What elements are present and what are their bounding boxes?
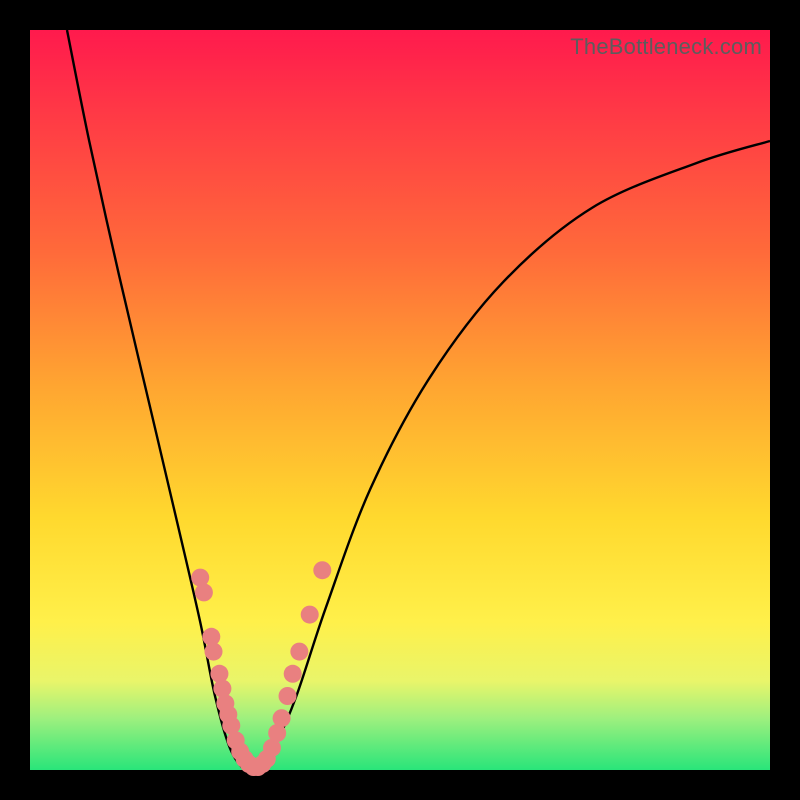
bottleneck-curve-path [67,30,770,772]
scatter-dot [284,665,302,683]
scatter-dot [279,687,297,705]
scatter-dot [210,665,228,683]
outer-frame: TheBottleneck.com [0,0,800,800]
scatter-dot [205,643,223,661]
scatter-dot [273,709,291,727]
curve-svg [30,30,770,770]
scatter-dot [195,583,213,601]
scatter-dot [213,680,231,698]
scatter-dot [301,606,319,624]
scatter-dot [290,643,308,661]
plot-area: TheBottleneck.com [30,30,770,770]
scatter-dot [313,561,331,579]
scatter-dots [191,561,331,776]
